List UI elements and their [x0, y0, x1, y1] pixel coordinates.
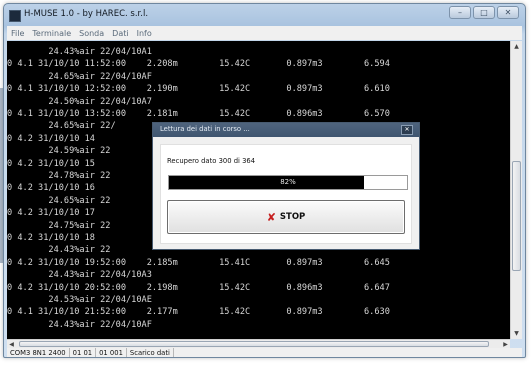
terminal-line: 24.65%air 22/04/10AF: [7, 71, 152, 82]
x-icon: ✘: [266, 210, 276, 224]
menu-bar: File Terminale Sonda Dati Info: [7, 26, 522, 40]
terminal-line: 24.53%air 22/04/10AE: [7, 295, 152, 305]
progress-percent: 82%: [280, 178, 296, 186]
window-title: H-MUSE 1.0 - by HAREC. s.r.l.: [24, 9, 149, 19]
horizontal-scroll-thumb[interactable]: [19, 341, 489, 347]
stop-label: STOP: [279, 212, 306, 222]
terminal-line: 24.59%air 22: [7, 146, 111, 157]
status-port: COM3 8N1 2400: [7, 348, 70, 357]
terminal-line: 0 4.1 31/10/10 11:52:00 2.208m 15.42C 0.…: [7, 59, 390, 70]
terminal-line: 0 4.2 31/10/10 19:52:00 2.185m 15.41C 0.…: [7, 257, 390, 268]
vertical-scrollbar[interactable]: ▲ ▼: [510, 41, 522, 339]
window-controls: – □ ✕: [447, 6, 519, 19]
terminal-line: 24.43%air 22/04/10AF: [7, 319, 152, 330]
terminal-line: 0 4.1 31/10/10 12:52:00 2.190m 15.42C 0.…: [7, 84, 390, 95]
status-message: Scarico dati: [127, 348, 174, 357]
terminal-line: 24.78%air 22: [7, 171, 111, 181]
terminal-line: 0 4.1 31/10/10 21:52:00 2.177m 15.42C 0.…: [7, 307, 390, 318]
dialog-title: Lettura dei dati in corso ...: [160, 125, 250, 133]
terminal-line: 24.43%air 22/04/10A1: [7, 47, 152, 57]
title-bar[interactable]: H-MUSE 1.0 - by HAREC. s.r.l. – □ ✕: [4, 4, 525, 26]
terminal-line: 24.43%air 22/04/10A3: [7, 270, 152, 281]
minimize-button[interactable]: –: [449, 6, 471, 19]
terminal-line: 24.65%air 22/: [7, 121, 116, 132]
status-field-1: 01 01: [70, 348, 97, 357]
terminal-line: 24.65%air 22: [7, 195, 111, 206]
stop-button[interactable]: ✘ STOP: [167, 200, 405, 234]
vertical-scroll-thumb[interactable]: [512, 161, 521, 271]
horizontal-scrollbar[interactable]: ◀ ▶: [7, 339, 510, 348]
terminal-line: 0 4.1 31/10/10 13:52:00 2.181m 15.42C 0.…: [7, 109, 390, 119]
scroll-up-icon[interactable]: ▲: [511, 41, 522, 52]
menu-terminale[interactable]: Terminale: [28, 29, 75, 38]
status-field-2: 01 001: [96, 348, 127, 357]
terminal-line: 0 4.2 31/10/10 20:52:00 2.198m 15.42C 0.…: [7, 282, 390, 293]
menu-dati[interactable]: Dati: [108, 29, 132, 38]
maximize-button[interactable]: □: [473, 6, 495, 19]
dialog-close-icon[interactable]: ✕: [401, 125, 413, 135]
terminal-line: 24.75%air 22: [7, 220, 111, 231]
menu-info[interactable]: Info: [133, 29, 156, 38]
progress-dialog: Lettura dei dati in corso ... ✕ Recupero…: [152, 122, 420, 250]
status-bar: COM3 8N1 2400 01 01 01 001 Scarico dati: [7, 348, 522, 357]
terminal-line: 24.50%air 22/04/10A7: [7, 96, 152, 107]
menu-sonda[interactable]: Sonda: [75, 29, 108, 38]
progress-bar: 82%: [168, 175, 408, 190]
progress-message: Recupero dato 300 di 364: [167, 157, 256, 165]
dialog-body: Recupero dato 300 di 364 82% ✘ STOP: [160, 144, 412, 244]
scroll-down-icon[interactable]: ▼: [511, 328, 522, 339]
menu-file[interactable]: File: [7, 29, 28, 38]
close-button[interactable]: ✕: [497, 6, 519, 19]
app-icon: [9, 10, 21, 22]
terminal-line: 24.43%air 22: [7, 245, 111, 256]
